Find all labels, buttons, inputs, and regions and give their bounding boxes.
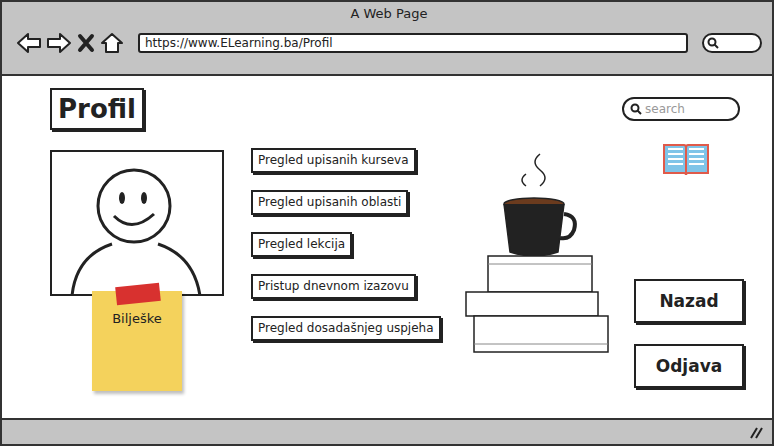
home-icon[interactable] (100, 32, 124, 54)
status-bar (2, 418, 772, 444)
action-buttons: Nazad Odjava (634, 279, 744, 388)
search-icon (630, 103, 642, 115)
avatar-icon (62, 156, 212, 294)
menu-column: Pregled upisanih kurseva Pregled upisanih… (251, 148, 443, 418)
action-button[interactable]: Odjava (634, 344, 744, 388)
illustration-column (460, 148, 612, 418)
search-placeholder: search (645, 102, 685, 116)
browser-toolbar: A Web Page https://www.ELearning.ba/Profi… (2, 2, 772, 76)
book-slot (662, 141, 710, 181)
page-content: ProfilBilješkePregled upisanih kursevaPr… (2, 76, 772, 418)
window-title: A Web Page (16, 6, 762, 22)
coffee-books-illustration (460, 148, 612, 355)
profile-column: Profil Bilješke (50, 88, 224, 418)
nav-icons (16, 32, 124, 54)
menu-button[interactable]: Pregled dosadašnjeg uspjeha (251, 316, 441, 341)
notes-label[interactable]: Bilješke (92, 291, 182, 391)
address-field[interactable]: https://www.ELearning.ba/Profil (138, 33, 688, 53)
action-button[interactable]: Nazad (634, 279, 744, 323)
right-column: search Nazad Odjava (622, 97, 744, 418)
page-heading: Profil (50, 88, 144, 130)
browser-window: A Web Page https://www.ELearning.ba/Profi… (0, 0, 774, 446)
menu-button[interactable]: Pregled lekcija (251, 232, 352, 257)
back-icon[interactable] (16, 32, 42, 54)
menu-button[interactable]: Pregled upisanih oblasti (251, 190, 408, 215)
open-book-icon (662, 141, 710, 177)
menu-button[interactable]: Pristup dnevnom izazovu (251, 274, 416, 299)
stop-icon[interactable] (76, 32, 96, 54)
search-icon (707, 37, 719, 49)
notes-sticky[interactable]: Bilješke (92, 291, 182, 391)
forward-icon[interactable] (46, 32, 72, 54)
menu-button[interactable]: Pregled upisanih kurseva (251, 148, 416, 173)
nav-row: https://www.ELearning.ba/Profil (16, 32, 762, 54)
browser-search-field[interactable] (702, 33, 762, 53)
avatar-frame (50, 150, 224, 296)
page-search-field[interactable]: search (622, 97, 740, 121)
resize-grip-icon[interactable] (748, 425, 764, 439)
